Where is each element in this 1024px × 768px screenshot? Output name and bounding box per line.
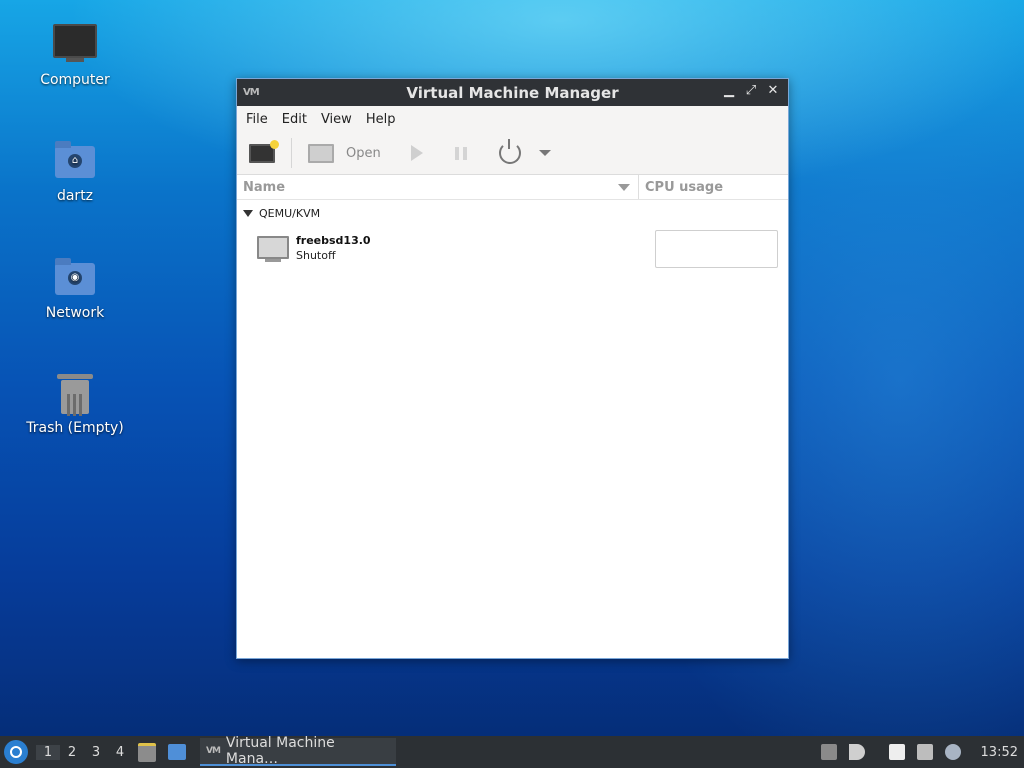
network-icon[interactable] [916,744,933,760]
vmm-window: VM Virtual Machine Manager ▁ ⤢ ✕ File Ed… [236,78,789,659]
run-icon [410,145,423,161]
menu-view[interactable]: View [314,112,359,127]
vm-status: Shutoff [296,249,336,262]
connection-row[interactable]: QEMU/KVM [237,200,788,226]
menubar: File Edit View Help [237,106,788,132]
cpu-usage-graph [655,230,778,268]
column-header-cpu[interactable]: CPU usage [639,175,723,199]
monitor-icon [308,143,334,163]
file-manager-icon[interactable] [138,742,156,762]
taskbar-window-button[interactable]: VM Virtual Machine Mana… [200,735,396,767]
computer-icon [53,24,97,68]
menu-file[interactable]: File [239,112,275,127]
run-button[interactable] [410,145,423,161]
column-name-label: Name [243,179,286,195]
home-folder-icon: ⌂ [53,140,97,184]
column-header: Name CPU usage [237,175,788,200]
desktop-icon-label: Network [45,305,105,321]
trash-icon [53,372,97,416]
taskbar: 1 2 3 4 VM Virtual Machine Mana… 13:52 [0,735,1024,768]
vm-monitor-icon [257,236,289,262]
maximize-button[interactable]: ⤢ [744,83,758,98]
workspace-3[interactable]: 3 [84,745,108,760]
desktop-icon-label: Trash (Empty) [26,420,124,436]
update-notifier-icon[interactable] [944,744,961,760]
new-vm-icon [249,139,279,163]
connection-label: QEMU/KVM [259,206,321,220]
show-desktop-icon[interactable] [168,744,186,760]
clock[interactable]: 13:52 [981,745,1018,760]
system-tray: 13:52 [815,736,1024,768]
pause-icon [454,146,467,160]
taskbar-window-label: Virtual Machine Mana… [225,735,335,767]
toolbar-separator [291,138,292,168]
window-titlebar[interactable]: VM Virtual Machine Manager ▁ ⤢ ✕ [237,79,788,106]
desktop-icon-trash[interactable]: Trash (Empty) [20,372,130,436]
close-button[interactable]: ✕ [766,83,780,98]
open-button-label: Open [346,145,381,161]
new-vm-button[interactable] [249,139,279,163]
column-header-name[interactable]: Name [237,175,639,199]
desktop-icon-network[interactable]: ◉ Network [20,257,130,321]
pause-button[interactable] [454,146,467,160]
sort-down-icon [618,183,630,191]
chevron-down-icon [538,150,551,156]
minimize-button[interactable]: ▁ [722,83,736,98]
desktop-icon-home[interactable]: ⌂ dartz [20,140,130,204]
window-title: Virtual Machine Manager [406,84,619,102]
desktop-icon-computer[interactable]: Computer [20,22,130,88]
vm-row[interactable]: freebsd13.0 Shutoff [237,226,788,276]
workspace-4[interactable]: 4 [108,745,132,760]
app-logo-icon: VM [206,746,221,756]
shutdown-menu-button[interactable] [538,150,551,156]
expander-icon[interactable] [243,209,253,217]
workspace-2[interactable]: 2 [60,745,84,760]
desktop-icon-label: Computer [40,72,110,88]
workspace-1[interactable]: 1 [36,744,60,760]
column-cpu-label: CPU usage [645,179,724,195]
power-icon [498,139,521,164]
menu-help[interactable]: Help [359,112,403,127]
menu-edit[interactable]: Edit [275,112,314,127]
shutdown-button[interactable] [498,139,521,164]
toolbar: Open [237,132,788,175]
network-folder-icon: ◉ [53,257,97,301]
start-menu-icon[interactable] [4,740,28,764]
volume-icon[interactable] [848,744,865,760]
vm-name: freebsd13.0 [296,234,371,247]
tray-expand-icon[interactable] [820,744,837,760]
clipboard-icon[interactable] [888,744,905,760]
open-button[interactable]: Open [308,143,381,163]
desktop-icon-label: dartz [56,188,94,204]
